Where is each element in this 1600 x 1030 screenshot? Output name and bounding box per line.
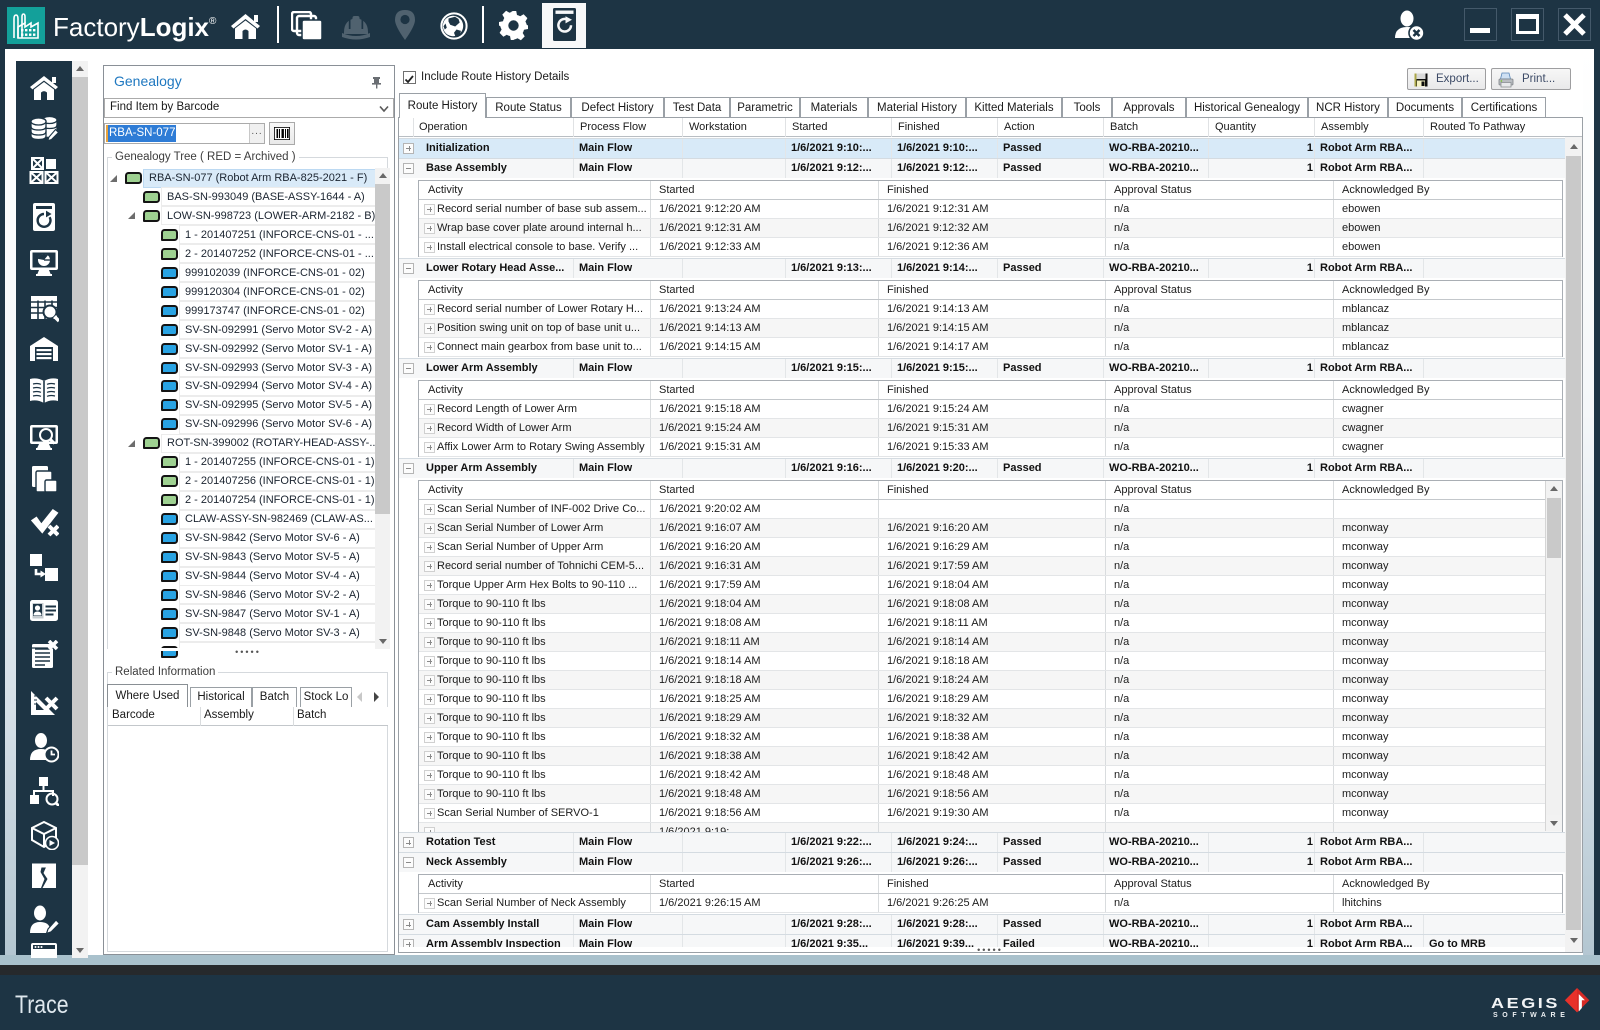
svg-text:?: ?	[45, 905, 53, 920]
